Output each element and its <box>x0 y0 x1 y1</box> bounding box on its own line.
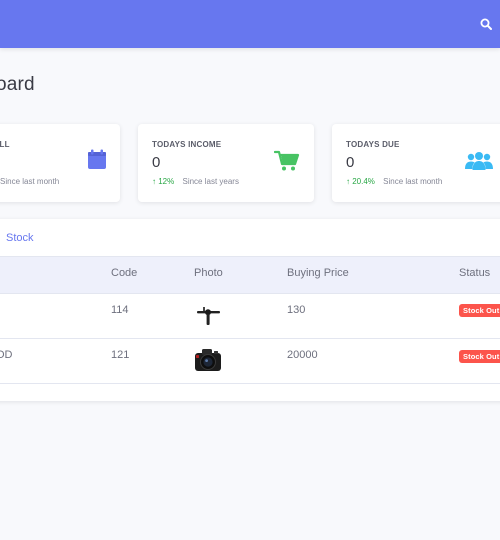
stat-card-footnote: ↑ 20.4% Since last month <box>346 177 442 186</box>
since-text: Since last month <box>0 177 60 186</box>
column-header-code: Code <box>111 267 138 279</box>
status-badge: Stock Out <box>459 304 500 317</box>
arrow-up-icon: ↑ <box>152 177 156 186</box>
stat-card-income: TODAYS INCOME 0 ↑ 12% Since last years <box>138 124 314 202</box>
column-header-buying-price: Buying Price <box>287 267 349 279</box>
table-header <box>0 256 500 294</box>
cell-buying-price: 20000 <box>287 349 318 361</box>
gimbal-photo <box>197 307 220 325</box>
cell-name: OD <box>0 349 13 361</box>
cart-icon <box>274 150 300 171</box>
column-header-photo: Photo <box>194 267 223 279</box>
trend-percent: 20.4% <box>352 177 375 186</box>
row-divider <box>0 338 500 339</box>
page-title: oard <box>0 74 35 95</box>
stat-card-sell: ELL Since last month <box>0 124 120 202</box>
since-text: Since last month <box>383 177 443 186</box>
stat-card-value: 0 <box>346 154 355 171</box>
column-header-status: Status <box>459 267 491 279</box>
stat-card-label: TODAYS INCOME <box>152 140 222 149</box>
search-button[interactable] <box>472 10 500 38</box>
stock-panel-title: Stock <box>6 232 34 244</box>
row-divider <box>0 383 500 384</box>
search-icon <box>480 18 492 30</box>
stat-card-footnote: Since last month <box>0 177 59 186</box>
stock-panel <box>0 219 500 401</box>
stat-card-value: 0 <box>152 154 161 171</box>
cell-code: 114 <box>111 304 129 316</box>
stat-card-due: TODAYS DUE 0 ↑ 20.4% Since last month <box>332 124 500 202</box>
stat-card-label: ELL <box>0 140 10 149</box>
status-badge: Stock Out <box>459 350 500 363</box>
arrow-up-icon: ↑ <box>346 177 350 186</box>
cell-code: 121 <box>111 349 130 361</box>
users-icon <box>465 152 493 170</box>
camera-photo <box>195 349 221 371</box>
calendar-icon <box>88 149 106 169</box>
stat-card-label: TODAYS DUE <box>346 140 400 149</box>
since-text: Since last years <box>182 177 239 186</box>
cell-buying-price: 130 <box>287 304 306 316</box>
stat-card-footnote: ↑ 12% Since last years <box>152 177 239 186</box>
trend-percent: 12% <box>158 177 175 186</box>
top-navbar <box>0 0 500 48</box>
